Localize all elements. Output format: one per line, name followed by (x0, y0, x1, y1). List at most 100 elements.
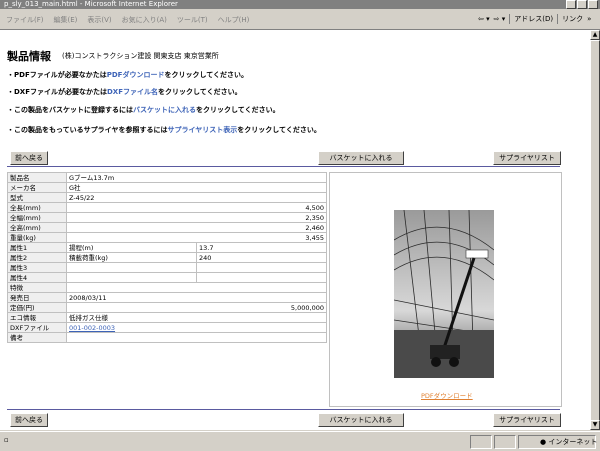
table-row: 型式 Z-45/22 (7, 192, 327, 203)
attr4-value (196, 272, 327, 283)
table-row: 発売日 2008/03/11 (7, 292, 327, 303)
table-row: 属性1 揚程(m) 13.7 (7, 242, 327, 253)
scroll-up-icon[interactable]: ▲ (590, 30, 600, 40)
attr1-name: 揚程(m) (66, 242, 197, 253)
menu-view[interactable]: 表示(V) (87, 15, 111, 25)
instruction-supplier: ・この製品をもっているサプライヤを参照するにはサプライヤリスト表示をクリックして… (7, 126, 321, 134)
attr4-label: 属性4 (7, 272, 67, 283)
attr3-value (196, 262, 327, 273)
add-to-basket-button[interactable]: バスケットに入れる (318, 151, 404, 165)
spec-table: 製品名 Gブーム13.7m メーカ名 G社 型式 Z-45/22 全長(mm) 4,50… (7, 172, 327, 343)
release-value: 2008/03/11 (66, 292, 327, 303)
supplier-list-button[interactable]: サプライヤリスト (493, 151, 561, 165)
dxf-file-link-text: DXFファイル名 (107, 88, 158, 96)
instruction-pdf: ・PDFファイルが必要なかたはPDFダウンロードをクリックしてください。 (7, 71, 249, 79)
release-label: 発売日 (7, 292, 67, 303)
page-content: 製品情報 (株)コンストラクション建設 関東支店 東京営業所 ・PDFファイルが… (0, 30, 590, 430)
height-value: 2,460 (66, 222, 327, 233)
close-button[interactable] (588, 0, 598, 9)
attr2-value: 240 (196, 252, 327, 263)
scroll-down-icon[interactable]: ▼ (590, 420, 600, 430)
status-cell (470, 435, 492, 449)
window-controls (566, 0, 598, 9)
back-button-bottom[interactable]: 前へ戻る (10, 413, 48, 427)
page-icon: ▫ (4, 436, 9, 444)
table-row: メーカ名 G社 (7, 182, 327, 193)
toolbar-separator (509, 14, 511, 24)
eco-label: エコ情報 (7, 312, 67, 323)
menu-help[interactable]: ヘルプ(H) (218, 15, 250, 25)
table-row: 重量(kg) 3,455 (7, 232, 327, 243)
address-label[interactable]: アドレス(D) (514, 14, 553, 24)
window-titlebar: p_sly_013_main.html - Microsoft Internet… (0, 0, 600, 9)
back-arrow-icon[interactable]: ⇦ ▾ (478, 15, 490, 23)
window-title: p_sly_013_main.html - Microsoft Internet… (4, 0, 178, 8)
links-label[interactable]: リンク (562, 14, 583, 24)
instruction-basket: ・この製品をバスケットに登録するにはバスケットに入れるをクリックしてください。 (7, 106, 280, 114)
maximize-button[interactable] (577, 0, 587, 9)
height-label: 全高(mm) (7, 222, 67, 233)
divider (7, 409, 560, 410)
table-row: 製品名 Gブーム13.7m (7, 172, 327, 183)
feature-value (66, 282, 327, 293)
name-label: 製品名 (7, 172, 67, 183)
model-label: 型式 (7, 192, 67, 203)
status-bar: ▫ ● インターネット (0, 431, 600, 451)
table-row: 特徴 (7, 282, 327, 293)
attr2-name: 積載荷重(kg) (66, 252, 197, 263)
menu-bar: ファイル(F) 編集(E) 表示(V) お気に入り(A) ツール(T) ヘルプ(… (0, 9, 600, 30)
company-name: (株)コンストラクション建設 関東支店 東京営業所 (62, 52, 219, 60)
menu-favorites[interactable]: お気に入り(A) (122, 15, 167, 25)
toolbar: ⇦ ▾ ⇨ ▾ アドレス(D) リンク » (478, 14, 591, 24)
pdf-download-link[interactable]: PDFダウンロード (421, 390, 473, 400)
width-value: 2,350 (66, 212, 327, 223)
table-row: 全幅(mm) 2,350 (7, 212, 327, 223)
table-row: 備考 (7, 332, 327, 343)
status-cell (494, 435, 516, 449)
eco-value: 低排ガス仕様 (66, 312, 327, 323)
note-label: 備考 (7, 332, 67, 343)
table-row: 属性2 積載荷重(kg) 240 (7, 252, 327, 263)
model-value: Z-45/22 (66, 192, 327, 203)
add-to-basket-button-bottom[interactable]: バスケットに入れる (318, 413, 404, 427)
dxf-file-link[interactable]: 001-002-0003 (69, 324, 115, 332)
menu-list: ファイル(F) 編集(E) 表示(V) お気に入り(A) ツール(T) ヘルプ(… (6, 15, 249, 25)
table-row: DXFファイル 001-002-0003 (7, 322, 327, 333)
table-row: 属性3 (7, 262, 327, 273)
maker-value: G社 (66, 182, 327, 193)
menu-edit[interactable]: 編集(E) (54, 15, 78, 25)
back-button[interactable]: 前へ戻る (10, 151, 48, 165)
attr1-value: 13.7 (196, 242, 327, 253)
dxf-label: DXFファイル (7, 322, 67, 333)
table-row: 全長(mm) 4,500 (7, 202, 327, 213)
price-value: 5,000,000 (66, 302, 327, 313)
attr3-label: 属性3 (7, 262, 67, 273)
weight-value: 3,455 (66, 232, 327, 243)
chevron-right-icon[interactable]: » (587, 15, 591, 23)
width-label: 全幅(mm) (7, 212, 67, 223)
attr2-label: 属性2 (7, 252, 67, 263)
supplier-list-button-bottom[interactable]: サプライヤリスト (493, 413, 561, 427)
length-value: 4,500 (66, 202, 327, 213)
minimize-button[interactable] (566, 0, 576, 9)
scroll-thumb[interactable] (590, 40, 600, 422)
maker-label: メーカ名 (7, 182, 67, 193)
vertical-scrollbar[interactable]: ▲ ▼ (590, 30, 600, 430)
page-title: 製品情報 (7, 50, 51, 63)
toolbar-separator (557, 14, 559, 24)
divider (7, 166, 560, 167)
note-value (66, 332, 327, 343)
table-row: 属性4 (7, 272, 327, 283)
weight-label: 重量(kg) (7, 232, 67, 243)
instruction-dxf: ・DXFファイルが必要なかたはDXFファイル名をクリックしてください。 (7, 88, 242, 96)
attr4-name (66, 272, 197, 283)
forward-arrow-icon[interactable]: ⇨ ▾ (494, 15, 506, 23)
table-row: 全高(mm) 2,460 (7, 222, 327, 233)
supplier-link-text: サプライヤリスト表示 (167, 126, 238, 134)
basket-link-text: バスケットに入れる (133, 106, 196, 114)
dxf-cell: 001-002-0003 (66, 322, 327, 333)
menu-tools[interactable]: ツール(T) (177, 15, 208, 25)
attr3-name (66, 262, 197, 273)
attr1-label: 属性1 (7, 242, 67, 253)
menu-file[interactable]: ファイル(F) (6, 15, 44, 25)
